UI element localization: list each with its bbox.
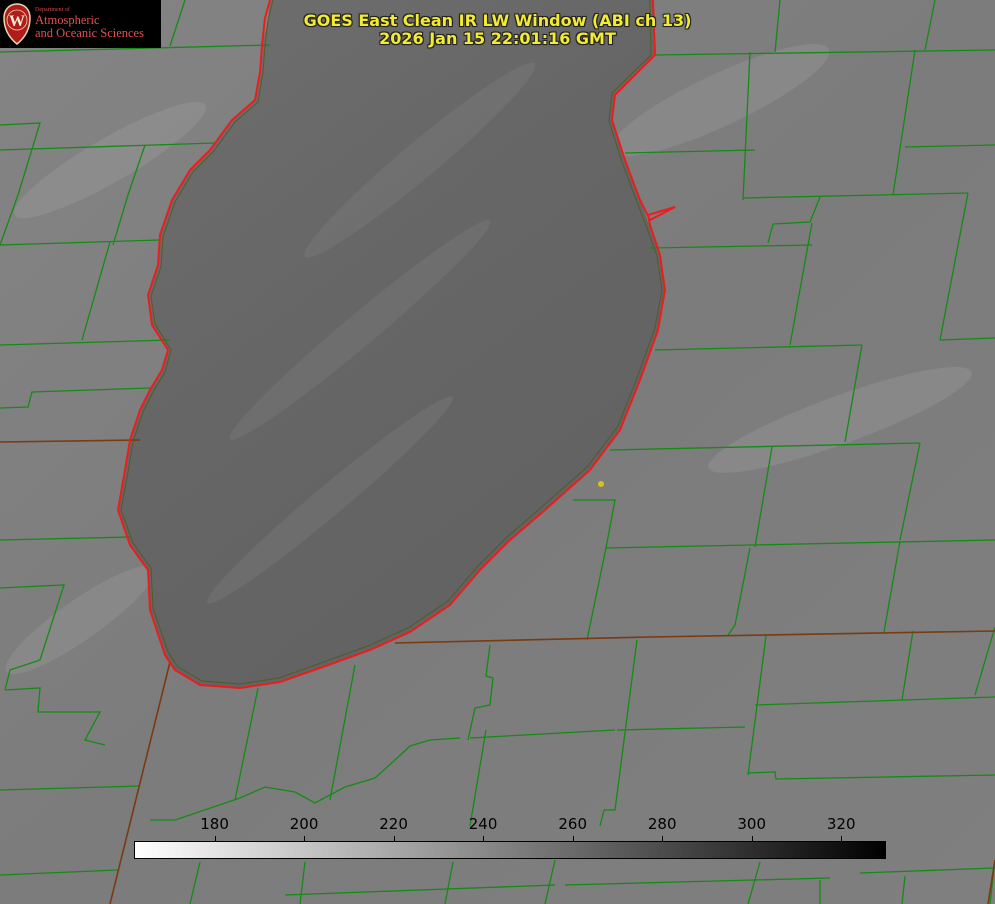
colorbar-tick-label: 200 <box>289 815 319 833</box>
colorbar-tick <box>662 836 664 841</box>
satellite-map <box>0 0 995 904</box>
colorbar-tick <box>572 836 574 841</box>
image-title: GOES East Clean IR LW Window (ABI ch 13) <box>303 11 692 30</box>
colorbar-tick <box>751 836 753 841</box>
colorbar-tick <box>483 836 485 841</box>
colorbar-tick-label: 180 <box>200 815 229 833</box>
colorbar-tick-label: 220 <box>379 815 408 833</box>
image-timestamp: 2026 Jan 15 22:01:16 GMT <box>379 29 616 48</box>
station-marker <box>598 481 604 487</box>
map-viewer: W Department of Atmospheric and Oceanic … <box>0 0 995 904</box>
colorbar-tick-label: 320 <box>826 815 856 833</box>
colorbar-tick <box>304 836 306 841</box>
colorbar <box>134 841 886 859</box>
colorbar-tick-label: 300 <box>737 815 766 833</box>
colorbar-tick <box>393 836 395 841</box>
colorbar-tick <box>841 836 843 841</box>
colorbar-tick-label: 240 <box>468 815 498 833</box>
colorbar-tick-label: 260 <box>558 815 587 833</box>
colorbar-tick <box>214 836 216 841</box>
colorbar-tick-label: 280 <box>647 815 677 833</box>
